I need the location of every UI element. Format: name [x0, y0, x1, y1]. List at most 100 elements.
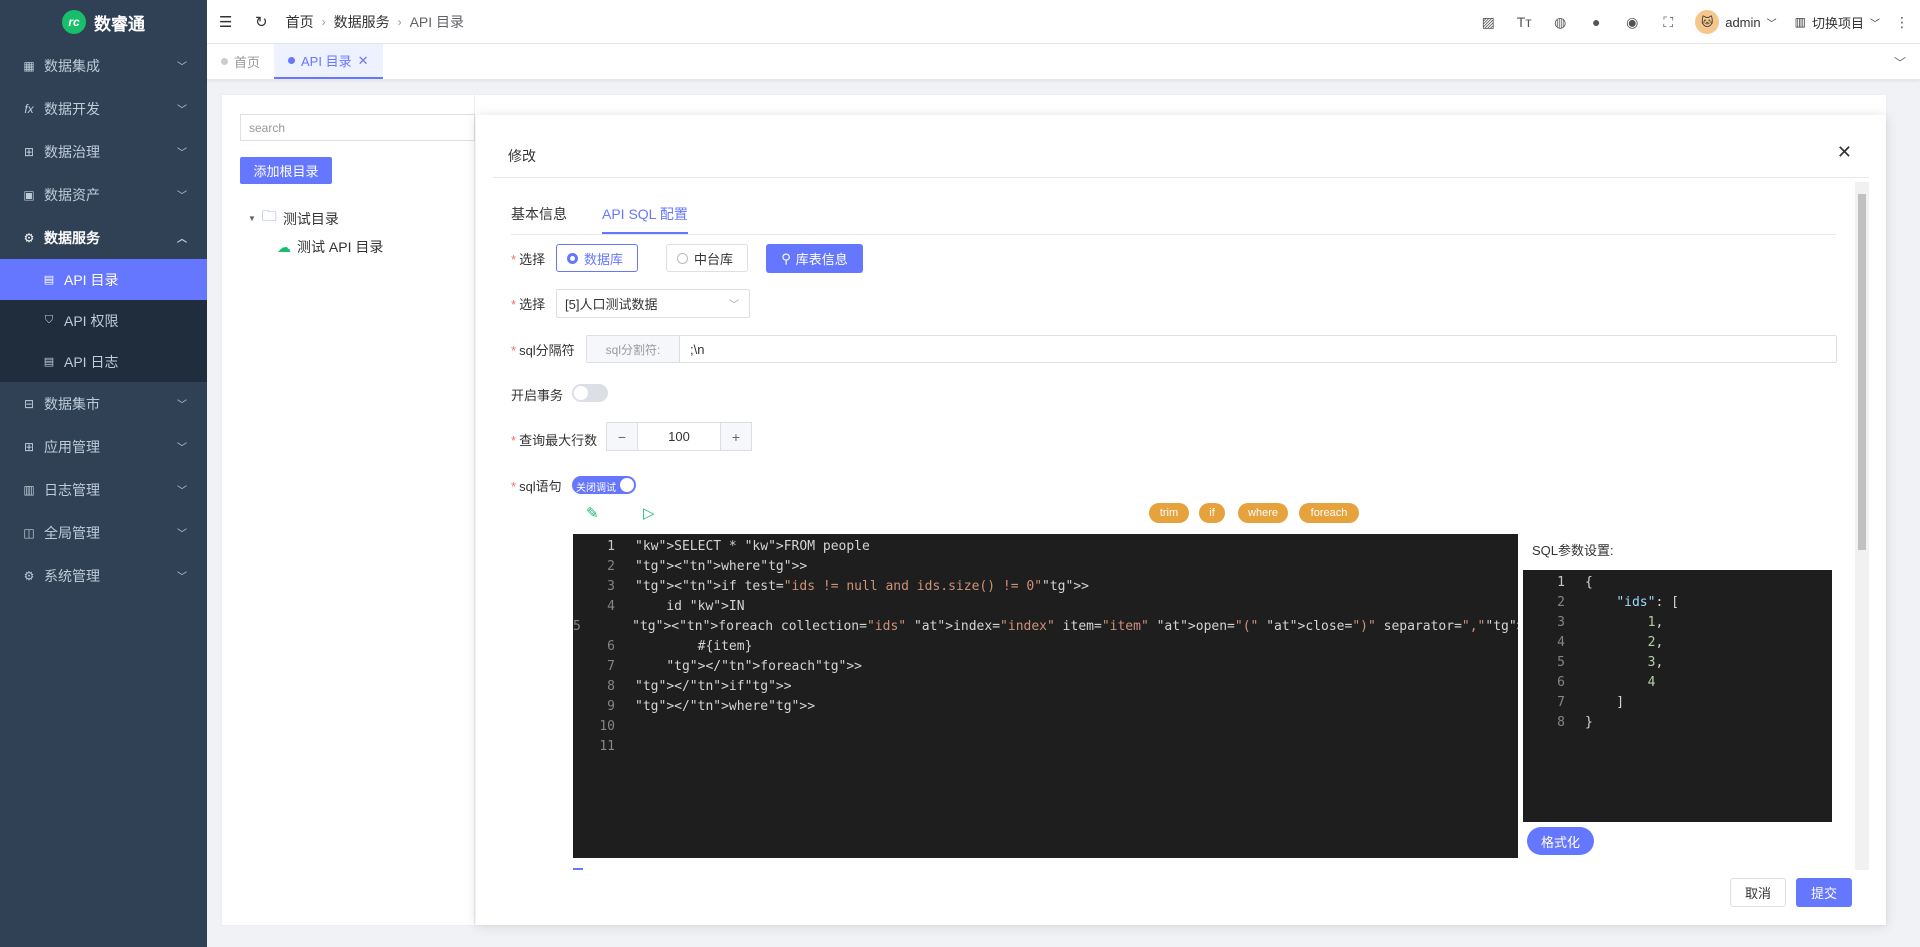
sidebar-item-data-dev[interactable]: fx 数据开发 ﹀ [0, 87, 207, 130]
chip-foreach[interactable]: foreach [1299, 503, 1359, 523]
code-line[interactable]: 4 2, [1523, 632, 1832, 652]
code-line[interactable]: 1{ [1523, 572, 1832, 592]
sidebar-item-log-mgmt[interactable]: ▥ 日志管理 ﹀ [0, 468, 207, 511]
chip-trim[interactable]: trim [1149, 503, 1189, 523]
code-text[interactable]: { [1565, 575, 1593, 590]
editor-minimap[interactable] [1410, 536, 1500, 550]
code-line[interactable]: 6 4 [1523, 672, 1832, 692]
sql-sep-input[interactable]: sql分割符: ;\n [586, 335, 1837, 363]
plus-button[interactable]: + [721, 423, 751, 450]
font-size-icon[interactable]: Tт [1515, 13, 1533, 31]
close-icon[interactable]: ✕ [358, 53, 369, 69]
play-circle-icon[interactable]: ▷ [643, 504, 655, 522]
globe-icon[interactable]: ◍ [1551, 13, 1569, 31]
code-line[interactable]: 5 3, [1523, 652, 1832, 672]
tag-api-catalog[interactable]: API 目录 ✕ [274, 44, 383, 79]
sidebar-item-api-log[interactable]: ▤ API 日志 [0, 341, 207, 382]
scroll-thumb[interactable] [1858, 194, 1866, 550]
close-icon[interactable]: ✕ [1837, 142, 1852, 163]
chip-where[interactable]: where [1238, 503, 1288, 523]
sidebar-item-data-market[interactable]: ⊟ 数据集市 ﹀ [0, 382, 207, 425]
tag-home[interactable]: 首页 [207, 44, 274, 79]
sidebar-item-app-mgmt[interactable]: ⊞ 应用管理 ﹀ [0, 425, 207, 468]
code-text[interactable]: 1, [1565, 615, 1664, 630]
transaction-switch[interactable] [572, 384, 608, 402]
code-line[interactable]: 8} [1523, 712, 1832, 732]
breadcrumb-service[interactable]: 数据服务 [334, 12, 390, 32]
caret-down-icon[interactable]: ▼ [248, 214, 256, 223]
code-text[interactable]: } [1565, 715, 1593, 730]
sidebar-item-api-catalog[interactable]: ▤ API 目录 [0, 259, 207, 300]
code-line[interactable]: 7 ] [1523, 692, 1832, 712]
code-text[interactable]: "tg"></"tn">where"tg">> [615, 699, 815, 714]
code-text[interactable]: "kw">SELECT * "kw">FROM people [615, 539, 870, 554]
code-line[interactable]: 2 "ids": [ [1523, 592, 1832, 612]
code-line[interactable]: 3 1, [1523, 612, 1832, 632]
menu-fold-icon[interactable]: ☰ [219, 13, 235, 31]
code-text[interactable]: "tg"><"tn">if test="ids != null and ids.… [615, 579, 1089, 594]
breadcrumb-home[interactable]: 首页 [286, 12, 314, 32]
code-line[interactable]: 3 "tg"><"tn">if test="ids != null and ids… [573, 576, 1518, 596]
format-button[interactable]: 格式化 [1527, 827, 1594, 855]
code-text[interactable]: "tg"></"tn">foreach"tg">> [615, 659, 862, 674]
code-text[interactable]: "tg"><"tn">foreach collection="ids" "at"… [581, 619, 1518, 634]
sidebar-item-data-governance[interactable]: ⊞ 数据治理 ﹀ [0, 130, 207, 173]
code-text[interactable]: id "kw">IN [615, 599, 744, 614]
sidebar-item-data-integration[interactable]: ▦ 数据集成 ﹀ [0, 44, 207, 87]
code-line[interactable]: 6 #{item} [573, 636, 1518, 656]
debug-switch[interactable]: 关闭调试 [572, 476, 636, 494]
database-select[interactable]: [5]人口测试数据 ﹀ [556, 289, 750, 318]
tab-basic-info[interactable]: 基本信息 [511, 201, 567, 234]
chip-if[interactable]: if [1199, 503, 1225, 523]
max-rows-value[interactable]: 100 [637, 423, 721, 450]
code-text[interactable]: "tg"></"tn">if"tg">> [615, 679, 792, 694]
sql-editor[interactable]: 1 "kw">SELECT * "kw">FROM people 2 "tg"><"t… [573, 534, 1518, 858]
sidebar-item-data-assets[interactable]: ▣ 数据资产 ﹀ [0, 173, 207, 216]
magic-wand-icon[interactable]: ✎ [586, 504, 599, 522]
search-input[interactable]: search [240, 114, 475, 141]
code-text[interactable]: "tg"><"tn">where"tg">> [615, 559, 807, 574]
github-icon[interactable]: ● [1587, 13, 1605, 31]
code-line[interactable]: 11 [573, 736, 1518, 756]
code-text[interactable]: "ids": [ [1565, 595, 1679, 610]
submit-button[interactable]: 提交 [1796, 878, 1852, 907]
tree-node-folder[interactable]: ▼ 🗀 测试目录 [248, 206, 339, 231]
radio-database[interactable]: 数据库 [556, 244, 638, 272]
code-line[interactable]: 8 "tg"></"tn">if"tg">> [573, 676, 1518, 696]
tab-api-sql-config[interactable]: API SQL 配置 [602, 201, 688, 234]
add-root-button[interactable]: 添加根目录 [240, 157, 332, 184]
sidebar-item-data-service[interactable]: ⚙ 数据服务 ︿ [0, 216, 207, 259]
code-text[interactable]: 4 [1565, 675, 1656, 690]
tree-node-api[interactable]: ☁ 测试 API 目录 [277, 237, 383, 257]
code-text[interactable]: #{item} [615, 639, 753, 654]
code-line[interactable]: 10 [573, 716, 1518, 736]
code-text[interactable]: 3, [1565, 655, 1664, 670]
editor-resize-handle[interactable] [573, 868, 583, 870]
fullscreen-icon[interactable]: ⛶ [1659, 13, 1677, 31]
table-info-button[interactable]: ⚲ 库表信息 [766, 244, 863, 273]
cancel-button[interactable]: 取消 [1730, 878, 1786, 907]
max-rows-stepper[interactable]: − 100 + [606, 422, 752, 451]
code-line[interactable]: 2 "tg"><"tn">where"tg">> [573, 556, 1518, 576]
code-line[interactable]: 9 "tg"></"tn">where"tg">> [573, 696, 1518, 716]
code-line[interactable]: 7 "tg"></"tn">foreach"tg">> [573, 656, 1518, 676]
code-line[interactable]: 5 "tg"><"tn">foreach collection="ids" "a… [573, 616, 1518, 636]
app-logo[interactable]: rc 数睿通 [0, 0, 207, 44]
minus-button[interactable]: − [607, 423, 637, 450]
sidebar-item-system-mgmt[interactable]: ⚙ 系统管理 ﹀ [0, 554, 207, 597]
image-icon[interactable]: ▨ [1479, 13, 1497, 31]
json-editor[interactable]: 1{2 "ids": [3 1, 4 2, 5 3, 6 47 ] 8} [1523, 570, 1832, 822]
project-switcher[interactable]: ▥ 切换项目 ﹀ [1795, 13, 1880, 32]
sidebar-item-global-mgmt[interactable]: ◫ 全局管理 ﹀ [0, 511, 207, 554]
code-line[interactable]: 4 id "kw">IN [573, 596, 1518, 616]
code-text[interactable]: 2, [1565, 635, 1664, 650]
sidebar-item-api-permission[interactable]: ⛉ API 权限 [0, 300, 207, 341]
code-text[interactable]: ] [1565, 695, 1624, 710]
sql-sep-value[interactable]: ;\n [680, 336, 1836, 362]
gitee-icon[interactable]: ◉ [1623, 13, 1641, 31]
chevron-down-icon[interactable]: ﹀ [1894, 54, 1906, 71]
refresh-icon[interactable]: ↻ [255, 13, 268, 31]
radio-middle-db[interactable]: 中台库 [666, 244, 748, 272]
user-menu[interactable]: 🐱 admin ﹀ [1695, 10, 1777, 34]
more-vertical-icon[interactable]: ⋮ [1895, 13, 1909, 31]
